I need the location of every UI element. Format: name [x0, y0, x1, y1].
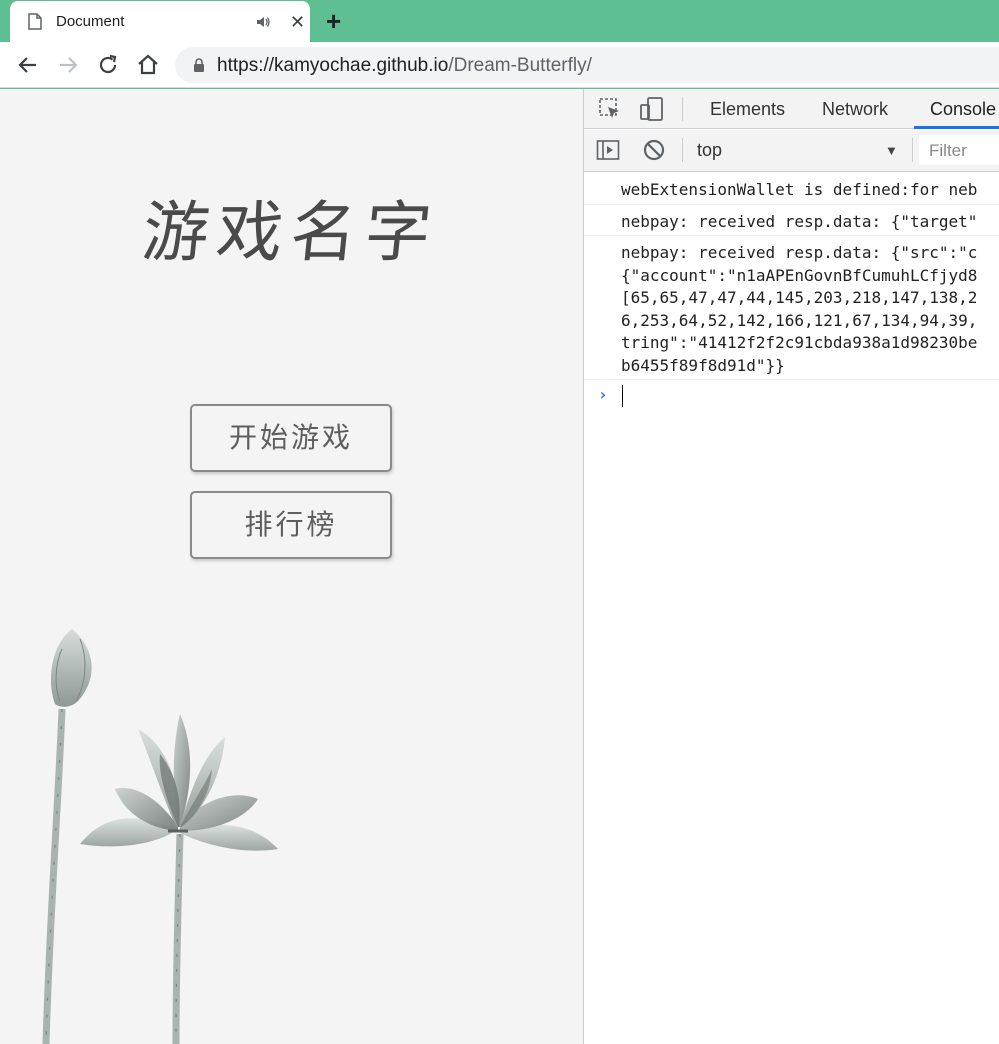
device-toolbar-icon[interactable] [640, 97, 664, 121]
console-toolbar: top ▼ Filter [584, 130, 999, 172]
tab-title: Document [56, 13, 125, 30]
divider [682, 97, 683, 121]
console-message: nebpay: received resp.data: {"target" [584, 205, 999, 236]
reload-icon[interactable] [96, 53, 120, 77]
url-host: https://kamyochae.github.io [217, 55, 449, 76]
chevron-down-icon[interactable]: ▼ [885, 143, 898, 158]
tab-strip: Document ✕ + [0, 0, 999, 42]
tab-network[interactable]: Network [822, 99, 888, 120]
close-icon[interactable]: ✕ [290, 13, 305, 31]
browser-tab[interactable]: Document ✕ [10, 1, 310, 42]
start-game-button[interactable]: 开始游戏 [190, 404, 392, 472]
tab-elements[interactable]: Elements [710, 99, 785, 120]
speaker-icon[interactable] [255, 14, 271, 30]
url-text: https://kamyochae.github.io/Dream-Butter… [217, 55, 592, 77]
filter-placeholder: Filter [929, 141, 967, 160]
game-title: 游戏名字 [138, 194, 443, 271]
document-icon [28, 13, 42, 30]
clear-console-icon[interactable] [642, 138, 666, 162]
inspect-element-icon[interactable] [598, 97, 622, 121]
leaderboard-button[interactable]: 排行榜 [190, 491, 392, 559]
url-path: /Dream-Butterfly/ [448, 55, 592, 76]
context-selector[interactable]: top [697, 140, 722, 161]
forward-arrow-icon[interactable] [56, 53, 80, 77]
plus-icon[interactable]: + [326, 8, 341, 34]
sidebar-toggle-icon[interactable] [596, 138, 620, 162]
chevron-right-icon: › [598, 385, 608, 404]
address-bar[interactable]: https://kamyochae.github.io/Dream-Butter… [175, 47, 999, 83]
devtools-tabbar: Elements Network Console [584, 89, 999, 129]
lock-icon [194, 58, 204, 72]
active-tab-indicator [914, 126, 999, 129]
text-cursor [622, 385, 623, 407]
back-arrow-icon[interactable] [16, 53, 40, 77]
divider [912, 138, 913, 162]
tab-console[interactable]: Console [930, 99, 996, 120]
lotus-painting [42, 629, 278, 1044]
console-message: webExtensionWallet is defined:for neb [584, 173, 999, 205]
page-viewport: 游戏名字 开始游戏 排行榜 [0, 89, 583, 1044]
browser-toolbar: https://kamyochae.github.io/Dream-Butter… [0, 42, 999, 88]
console-message: nebpay: received resp.data: {"src":"c {"… [584, 236, 999, 380]
console-prompt[interactable]: › [584, 380, 999, 410]
home-icon[interactable] [136, 53, 160, 77]
filter-input[interactable]: Filter [919, 135, 999, 165]
console-output: webExtensionWallet is defined:for neb ne… [584, 173, 999, 410]
divider [682, 138, 683, 162]
devtools-panel: Elements Network Console top ▼ Filter we… [583, 89, 999, 1044]
browser-window: Document ✕ + https://kamyochae.github.io… [0, 0, 999, 1044]
